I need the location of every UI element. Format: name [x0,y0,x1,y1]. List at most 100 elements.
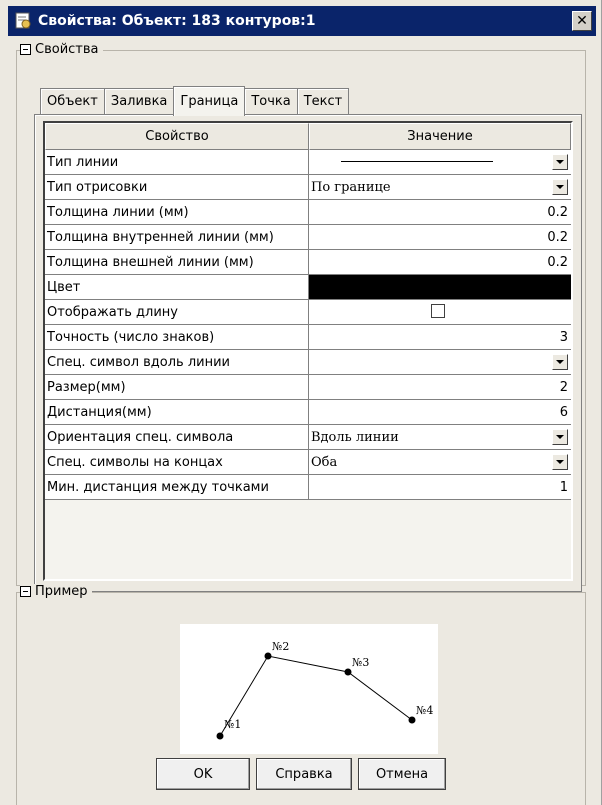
value-text: 0.2 [547,229,568,245]
table-row[interactable]: Толщина линии (мм) 0.2 [45,200,571,225]
table-row[interactable]: Размер(мм) 2 [45,375,571,400]
property-name: Размер(мм) [45,375,309,399]
property-value[interactable]: 2 [309,375,571,399]
property-name: Спец. символы на концах [45,450,309,474]
value-text: 1 [559,479,568,495]
table-row[interactable]: Цвет [45,275,571,300]
table-row[interactable]: Ориентация спец. символа Вдоль линии [45,425,571,450]
table-row[interactable]: Спец. символ вдоль линии [45,350,571,375]
point-label-1: №1 [224,718,241,731]
property-value[interactable]: Оба [309,450,571,474]
property-value[interactable]: 6 [309,400,571,424]
point-marker [264,652,272,660]
ok-button[interactable]: OK [156,758,250,790]
color-swatch[interactable] [309,275,571,299]
example-group-header: Пример [20,584,92,599]
value-text: 0.2 [547,254,568,270]
cancel-button[interactable]: Отмена [358,758,446,790]
property-value[interactable]: Вдоль линии [309,425,571,449]
table-row[interactable]: Точность (число знаков) 3 [45,325,571,350]
property-name: Точность (число знаков) [45,325,309,349]
example-group-title: Пример [35,584,88,599]
table-row[interactable]: Дистанция(мм) 6 [45,400,571,425]
tab-3[interactable]: Точка [244,88,298,114]
property-value[interactable]: 1 [309,475,571,499]
chevron-down-icon [556,460,564,464]
value-text: Вдоль линии [311,429,399,445]
point-label-3: №3 [352,656,369,669]
dropdown-button[interactable] [552,154,568,170]
property-name: Спец. символ вдоль линии [45,350,309,374]
column-header-property[interactable]: Свойство [45,123,309,150]
table-row[interactable]: Тип отрисовки По границе [45,175,571,200]
chevron-down-icon [556,435,564,439]
show-length-checkbox[interactable] [431,304,445,318]
property-grid: Свойство Значение Тип линии Тип отрисовки… [43,121,573,581]
chevron-down-icon [556,360,564,364]
help-button[interactable]: Справка [256,758,352,790]
example-polyline: №1 №2 №3 №4 [216,640,433,740]
chevron-down-icon [556,185,564,189]
collapse-icon[interactable] [20,586,31,597]
property-value[interactable]: 3 [309,325,571,349]
property-value[interactable]: По границе [309,175,571,199]
property-value[interactable] [309,150,571,174]
property-name: Мин. дистанция между точками [45,475,309,499]
dropdown-button[interactable] [552,179,568,195]
property-value[interactable]: 0.2 [309,225,571,249]
collapse-icon[interactable] [20,44,31,55]
dropdown-button[interactable] [552,354,568,370]
property-name: Толщина линии (мм) [45,200,309,224]
property-value[interactable]: 0.2 [309,250,571,274]
value-text: 0.2 [547,204,568,220]
value-text: 2 [559,379,568,395]
grid-rows: Тип линии Тип отрисовки По границе Толщина … [45,150,571,500]
example-preview: №1 №2 №3 №4 [180,624,438,754]
app-icon [15,12,31,29]
property-name: Тип линии [45,150,309,174]
properties-group-title: Свойства [35,42,99,57]
value-text: 6 [559,404,568,420]
value-text: По границе [311,179,391,195]
property-value[interactable] [309,350,571,374]
close-icon: ✕ [576,13,588,29]
line-style-preview [341,161,493,162]
property-value[interactable]: 0.2 [309,200,571,224]
dropdown-button[interactable] [552,429,568,445]
table-row[interactable]: Мин. дистанция между точками 1 [45,475,571,500]
grid-header: Свойство Значение [45,123,571,150]
dropdown-button[interactable] [552,454,568,470]
close-button[interactable]: ✕ [572,11,592,31]
value-text: Оба [311,454,338,470]
table-row[interactable]: Отображать длину [45,300,571,325]
title-bar[interactable]: Свойства: Объект: 183 контуров:1 ✕ [8,6,596,36]
window-title: Свойства: Объект: 183 контуров:1 [38,13,316,29]
point-label-4: №4 [416,704,433,717]
point-marker [408,716,416,724]
property-value[interactable] [309,300,571,324]
property-name: Дистанция(мм) [45,400,309,424]
property-name: Толщина внутренней линии (мм) [45,225,309,249]
property-name: Тип отрисовки [45,175,309,199]
tab-4[interactable]: Текст [296,88,350,114]
table-row[interactable]: Тип линии [45,150,571,175]
point-label-2: №2 [272,640,289,653]
tab-strip: Объект Заливка Граница Точка Текст [40,86,350,116]
tab-1[interactable]: Заливка [103,88,175,114]
column-header-value[interactable]: Значение [309,123,571,150]
table-row[interactable]: Толщина внутренней линии (мм) 0.2 [45,225,571,250]
tab-0[interactable]: Объект [40,88,105,114]
property-value[interactable] [309,275,571,299]
button-row: OK Справка Отмена [156,758,446,790]
property-name: Ориентация спец. символа [45,425,309,449]
table-row[interactable]: Толщина внешней линии (мм) 0.2 [45,250,571,275]
properties-dialog: Свойства: Объект: 183 контуров:1 ✕ Свойс… [0,0,602,805]
property-name: Цвет [45,275,309,299]
property-name: Отображать длину [45,300,309,324]
dialog-content: Свойства Объект Заливка Граница Точка Текст … [8,36,596,805]
property-name: Толщина внешней линии (мм) [45,250,309,274]
tab-panel-border: Свойство Значение Тип линии Тип отрисовки… [34,114,582,592]
tab-2[interactable]: Граница [173,86,246,116]
point-marker [216,732,224,740]
table-row[interactable]: Спец. символы на концах Оба [45,450,571,475]
